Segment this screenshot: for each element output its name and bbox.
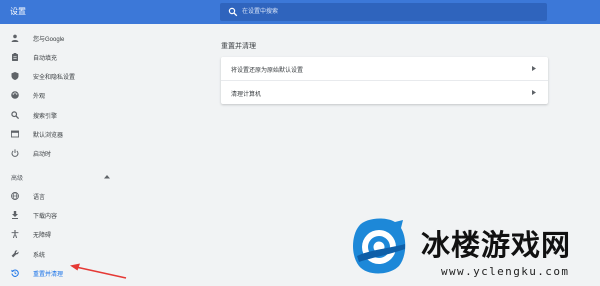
watermark: 冰楼游戏网 www.yclengku.com [345, 214, 600, 286]
shield-icon [11, 72, 19, 80]
row-label: 将设置还原为原始默认设置 [231, 68, 304, 74]
sidebar-item-label: 搜索引擎 [33, 114, 58, 120]
search-input[interactable] [242, 3, 532, 21]
sidebar-item-label: 您与Google [33, 37, 65, 43]
sidebar-item-label: 无障碍 [33, 233, 52, 239]
search-box[interactable] [220, 3, 547, 21]
restore-defaults-row[interactable]: 将设置还原为原始默认设置 [221, 57, 548, 80]
browser-icon [11, 130, 19, 138]
accessibility-icon [11, 230, 19, 238]
chevron-right-icon [532, 66, 536, 71]
sidebar-item-you-and-google[interactable]: 您与Google [0, 30, 200, 46]
sidebar-item-label: 自动填充 [33, 56, 58, 62]
globe-icon [11, 192, 19, 200]
search-icon [11, 111, 19, 119]
sidebar-item-label: 默认浏览器 [33, 133, 64, 139]
row-label: 清理计算机 [231, 92, 262, 98]
sidebar-item-accessibility[interactable]: 无障碍 [0, 226, 200, 242]
watermark-url: www.yclengku.com [441, 265, 570, 278]
page-title: 设置 [10, 7, 26, 16]
sidebar-item-reset-and-clean-up[interactable]: 重置并清理 [0, 265, 200, 281]
restore-icon [11, 269, 19, 277]
person-icon [11, 34, 19, 42]
sidebar-item-autofill[interactable]: 自动填充 [0, 49, 200, 65]
sidebar-item-default-browser[interactable]: 默认浏览器 [0, 126, 200, 142]
sidebar-item-label: 启动时 [33, 152, 52, 158]
chevron-right-icon [532, 90, 536, 95]
sidebar-item-label: 下载内容 [33, 214, 58, 220]
sidebar-item-label: 语言 [33, 195, 46, 201]
search-icon [228, 7, 238, 17]
header-bar: 设置 [0, 0, 600, 24]
sidebar-item-languages[interactable]: 语言 [0, 188, 200, 204]
sidebar-item-downloads[interactable]: 下载内容 [0, 207, 200, 223]
advanced-section-label: 高级 [11, 176, 24, 182]
chevron-up-icon[interactable] [104, 174, 110, 179]
sidebar-item-system[interactable]: 系统 [0, 246, 200, 262]
sidebar: 您与Google 自动填充 安全和隐私设置 外观 搜索引擎 默认浏览器 启动时 … [0, 24, 210, 286]
sidebar-item-label: 系统 [33, 253, 46, 259]
sidebar-item-label: 外观 [33, 94, 46, 100]
sidebar-item-label: 安全和隐私设置 [33, 75, 76, 81]
palette-icon [11, 91, 19, 99]
download-icon [12, 211, 18, 219]
watermark-name: 冰楼游戏网 [421, 228, 572, 262]
sidebar-item-on-startup[interactable]: 启动时 [0, 145, 200, 161]
sidebar-item-search-engine[interactable]: 搜索引擎 [0, 107, 200, 123]
sidebar-item-label: 重置并清理 [33, 272, 64, 278]
reset-card: 将设置还原为原始默认设置 清理计算机 [221, 57, 548, 104]
clipboard-icon [12, 53, 18, 61]
watermark-logo-icon [353, 218, 406, 274]
clean-up-computer-row[interactable]: 清理计算机 [221, 81, 548, 104]
sidebar-item-privacy[interactable]: 安全和隐私设置 [0, 68, 200, 84]
wrench-icon [11, 250, 19, 258]
power-icon [11, 149, 19, 157]
section-title: 重置并清理 [221, 43, 256, 50]
sidebar-item-appearance[interactable]: 外观 [0, 87, 200, 103]
